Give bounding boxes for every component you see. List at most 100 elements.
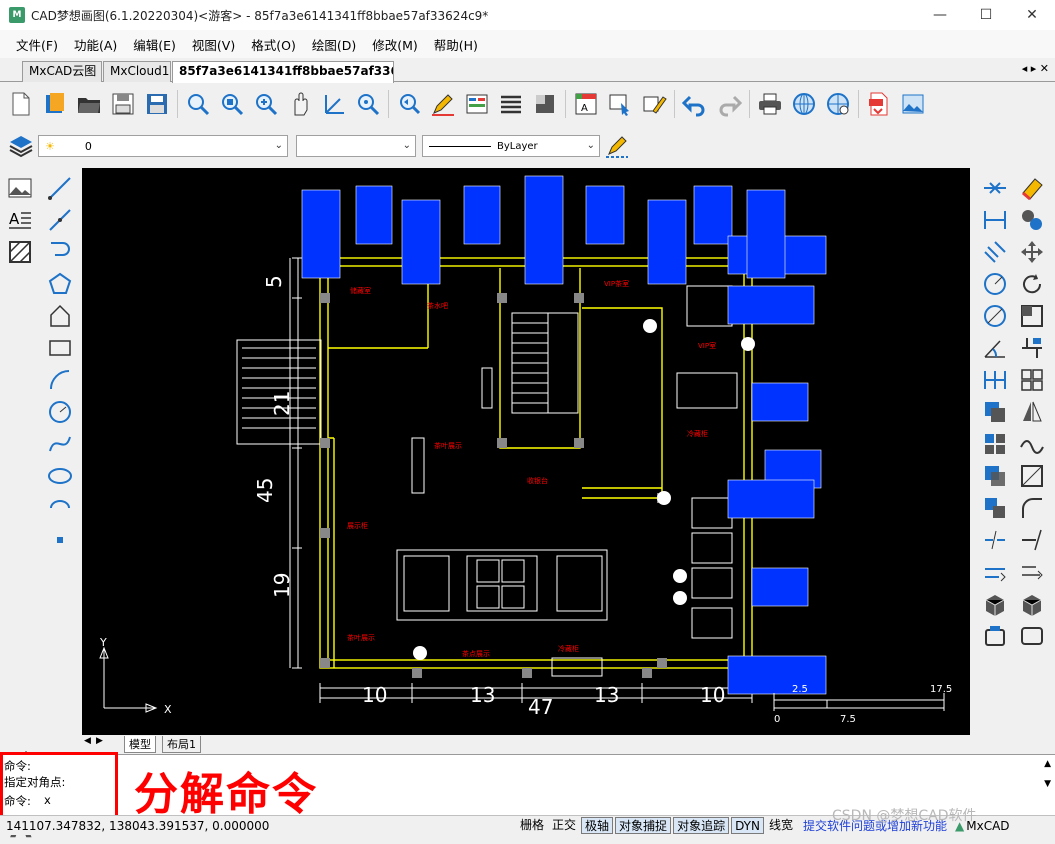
open-folder-icon[interactable] — [75, 90, 103, 118]
dim-aligned-icon[interactable] — [981, 238, 1009, 266]
menu-file[interactable]: 文件(F) — [16, 35, 58, 54]
web-settings-icon[interactable] — [824, 90, 852, 118]
otrack-toggle[interactable]: 对象追踪 — [673, 817, 730, 834]
extend-icon[interactable] — [1018, 526, 1046, 554]
zoom-previous-icon[interactable] — [395, 90, 423, 118]
linetype-select[interactable]: ByLayer ⌄ — [422, 135, 600, 157]
insert-image-icon[interactable] — [6, 174, 34, 202]
hatch-icon[interactable] — [6, 238, 34, 266]
menu-modify[interactable]: 修改(M) — [372, 35, 418, 54]
multiline-text-icon[interactable]: A — [6, 206, 34, 234]
polygon-icon[interactable] — [46, 270, 74, 298]
explode-icon[interactable] — [1018, 558, 1046, 586]
layer-manager-icon[interactable] — [7, 132, 35, 160]
ellipse-icon[interactable] — [46, 462, 74, 490]
menu-function[interactable]: 功能(A) — [74, 35, 117, 54]
scale-objects-icon[interactable] — [981, 494, 1009, 522]
minimize-button[interactable]: — — [917, 0, 963, 30]
break-icon[interactable] — [981, 526, 1009, 554]
rectangle-icon[interactable] — [46, 334, 74, 362]
erase-icon[interactable] — [1018, 174, 1046, 202]
arc-icon[interactable] — [46, 366, 74, 394]
menu-help[interactable]: 帮助(H) — [434, 35, 478, 54]
solid-box-icon[interactable] — [1018, 590, 1046, 618]
undo-icon[interactable] — [681, 90, 709, 118]
pan-hand-icon[interactable] — [286, 90, 314, 118]
cmd-scroll-up-icon[interactable]: ▲ — [1044, 759, 1051, 769]
open-cloud-icon[interactable] — [41, 90, 69, 118]
offset-icon[interactable] — [981, 462, 1009, 490]
menu-draw[interactable]: 绘图(D) — [312, 35, 356, 54]
draw-order-pencil-icon[interactable] — [603, 132, 631, 160]
tab-mxcad-cloud[interactable]: MxCAD云图 — [22, 61, 102, 82]
print-icon[interactable] — [756, 90, 784, 118]
array-icon[interactable] — [981, 430, 1009, 458]
dim-continue-icon[interactable] — [981, 366, 1009, 394]
drawing-canvas[interactable]: 5 21 45 19 10 13 13 10 47 VIP茶室 收银台 茶叶展示… — [82, 168, 970, 735]
maximize-button[interactable]: ☐ — [963, 0, 1009, 30]
region-icon[interactable] — [981, 622, 1009, 650]
scroll-left-icon[interactable]: ◀ — [84, 736, 91, 746]
save-as-icon[interactable] — [143, 90, 171, 118]
export-image-icon[interactable] — [899, 90, 927, 118]
copy-objects-icon[interactable] — [981, 398, 1009, 426]
copy-icon[interactable] — [1018, 206, 1046, 234]
pencil-edit-icon[interactable] — [429, 90, 457, 118]
grid-toggle[interactable]: 栅格 — [517, 817, 547, 834]
close-button[interactable]: ✕ — [1009, 0, 1055, 30]
polar-toggle[interactable]: 极轴 — [581, 817, 614, 834]
block-icon[interactable] — [531, 90, 559, 118]
new-file-icon[interactable] — [7, 90, 35, 118]
ucs-axis-icon[interactable] — [320, 90, 348, 118]
zoom-realtime-icon[interactable] — [354, 90, 382, 118]
save-icon[interactable] — [109, 90, 137, 118]
chamfer-icon[interactable] — [1018, 462, 1046, 490]
rounded-rect-icon[interactable] — [1018, 622, 1046, 650]
shape-icon[interactable] — [46, 302, 74, 330]
tab-nav-controls[interactable]: ◂ ▸ ✕ — [1022, 62, 1049, 75]
dim-radius-icon[interactable] — [981, 270, 1009, 298]
layer-properties-icon[interactable] — [463, 90, 491, 118]
zoom-extents-icon[interactable] — [218, 90, 246, 118]
polyline-icon[interactable] — [46, 238, 74, 266]
join-icon[interactable] — [981, 174, 1009, 202]
spline-icon[interactable] — [46, 430, 74, 458]
cmd-scroll-down-icon[interactable]: ▼ — [1044, 779, 1051, 789]
color-select[interactable]: ⌄ — [296, 135, 416, 157]
tab-layout1[interactable]: 布局1 — [162, 736, 201, 753]
mirror-grid-icon[interactable] — [1018, 366, 1046, 394]
point-icon[interactable] — [46, 526, 74, 554]
export-pdf-icon[interactable] — [865, 90, 893, 118]
mirror-icon[interactable] — [1018, 398, 1046, 426]
lengthen-icon[interactable] — [981, 558, 1009, 586]
move-icon[interactable] — [1018, 238, 1046, 266]
trim-icon[interactable] — [1018, 334, 1046, 362]
zoom-in-icon[interactable] — [252, 90, 280, 118]
select-cursor-icon[interactable] — [606, 90, 634, 118]
scroll-right-icon[interactable]: ▶ — [96, 736, 103, 746]
zoom-window-icon[interactable] — [184, 90, 212, 118]
linetype-icon[interactable] — [497, 90, 525, 118]
tab-mxcloud1[interactable]: MxCloud1 — [103, 61, 171, 82]
circle-icon[interactable] — [46, 398, 74, 426]
dim-linear-icon[interactable] — [981, 206, 1009, 234]
redo-icon[interactable] — [715, 90, 743, 118]
tab-model[interactable]: 模型 — [124, 736, 156, 753]
wave-icon[interactable] — [1018, 430, 1046, 458]
3d-box-icon[interactable] — [981, 590, 1009, 618]
line-icon[interactable] — [46, 174, 74, 202]
construction-line-icon[interactable] — [46, 206, 74, 234]
fillet-icon[interactable] — [1018, 302, 1046, 330]
ellipse-arc-icon[interactable] — [46, 494, 74, 522]
dim-diameter-icon[interactable] — [981, 302, 1009, 330]
tab-current-drawing[interactable]: 85f7a3e6141341ff8bbae57af3362... — [172, 61, 394, 83]
lineweight-toggle[interactable]: 线宽 — [766, 817, 796, 834]
dyn-toggle[interactable]: DYN — [731, 817, 764, 834]
fillet-arc-icon[interactable] — [1018, 494, 1046, 522]
rotate-icon[interactable] — [1018, 270, 1046, 298]
menu-edit[interactable]: 编辑(E) — [133, 35, 176, 54]
text-style-icon[interactable]: A — [572, 90, 600, 118]
match-properties-icon[interactable] — [640, 90, 668, 118]
dim-angular-icon[interactable] — [981, 334, 1009, 362]
menu-format[interactable]: 格式(O) — [251, 35, 296, 54]
